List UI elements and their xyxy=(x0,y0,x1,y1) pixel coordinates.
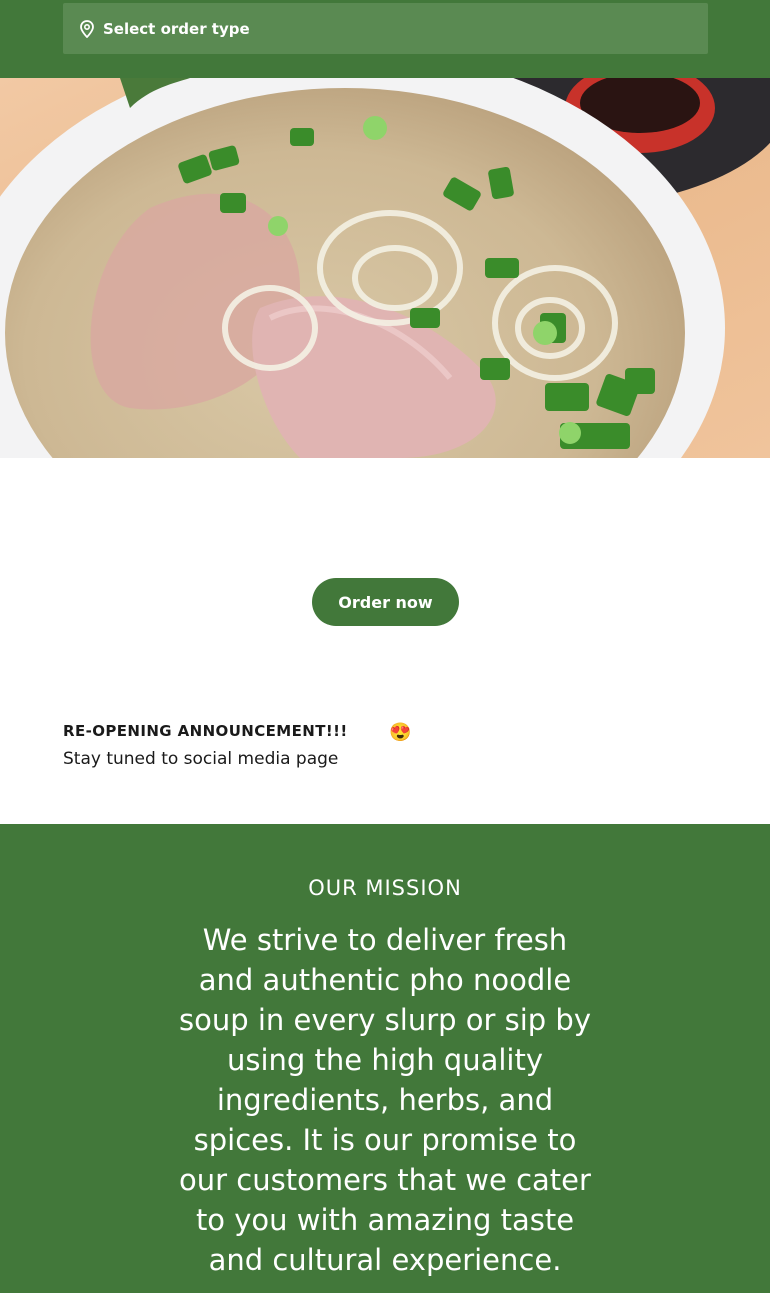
mission-text: We strive to deliver fresh and authentic… xyxy=(178,923,591,1277)
heart-eyes-emoji-icon: 😍 xyxy=(389,722,412,742)
announcement: RE-OPENING ANNOUNCEMENT!!! 😍 Stay tuned … xyxy=(63,722,663,769)
announcement-title: RE-OPENING ANNOUNCEMENT!!! xyxy=(63,722,348,740)
hero-image xyxy=(0,78,770,458)
mission-section: OUR MISSION We strive to deliver fresh a… xyxy=(0,824,770,1293)
announcement-body: Stay tuned to social media page xyxy=(63,749,339,769)
top-bar: Select order type xyxy=(0,0,770,78)
mission-heading: OUR MISSION xyxy=(308,876,462,900)
order-type-label: Select order type xyxy=(103,19,250,38)
location-pin-icon xyxy=(79,19,95,38)
order-now-button[interactable]: Order now xyxy=(312,578,459,626)
order-type-selector[interactable]: Select order type xyxy=(63,3,708,54)
